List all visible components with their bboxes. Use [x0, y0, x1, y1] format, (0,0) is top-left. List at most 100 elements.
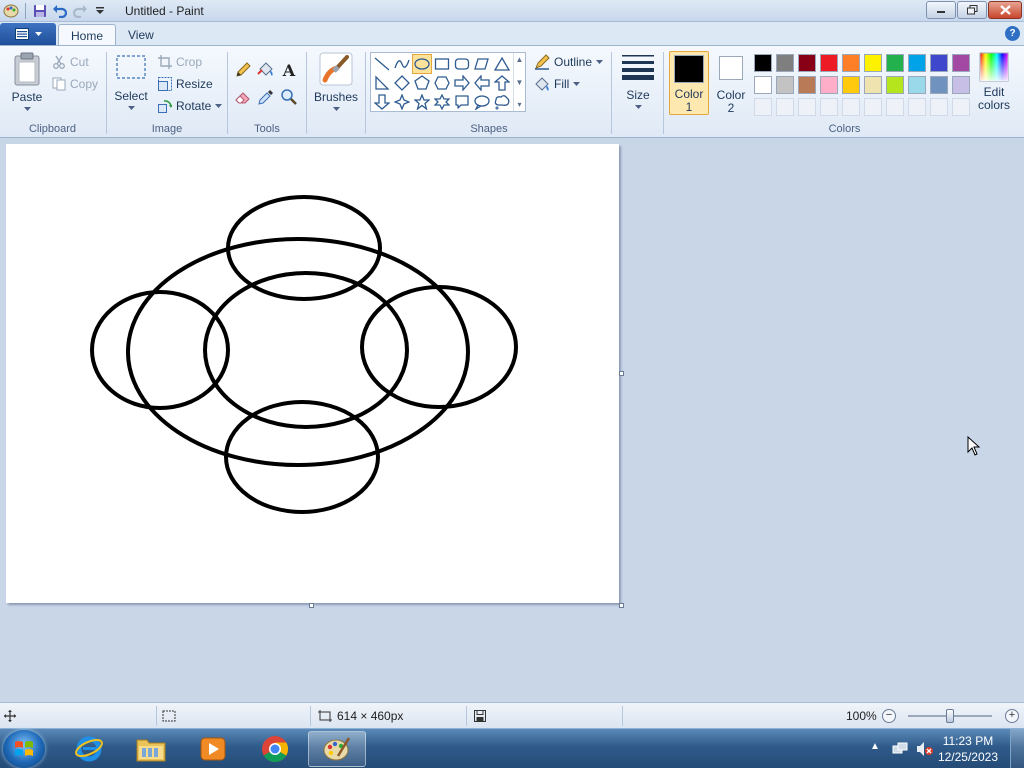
- drawing-canvas[interactable]: [6, 144, 619, 603]
- shape-right-arrow[interactable]: [452, 73, 472, 93]
- resize-handle-right[interactable]: [619, 371, 624, 376]
- customize-qat-icon[interactable]: [91, 2, 109, 20]
- shape-four-point-star[interactable]: [392, 92, 412, 112]
- shape-left-arrow[interactable]: [472, 73, 492, 93]
- color-picker-tool[interactable]: [255, 86, 277, 108]
- shape-right-triangle[interactable]: [372, 73, 392, 93]
- palette-color[interactable]: [840, 52, 862, 74]
- palette-color[interactable]: [928, 74, 950, 96]
- volume-muted-icon[interactable]: [916, 741, 934, 757]
- size-button[interactable]: Size: [619, 53, 657, 110]
- palette-custom-slot[interactable]: [928, 96, 950, 118]
- eraser-tool[interactable]: [232, 86, 254, 108]
- palette-color[interactable]: [752, 52, 774, 74]
- shape-hexagon[interactable]: [432, 73, 452, 93]
- show-desktop-button[interactable]: [1010, 729, 1024, 768]
- palette-custom-slot[interactable]: [884, 96, 906, 118]
- shape-five-point-star[interactable]: [412, 92, 432, 112]
- fill-button[interactable]: Fill: [534, 74, 581, 94]
- resize-button[interactable]: Resize: [158, 74, 213, 94]
- tab-view[interactable]: View: [116, 24, 166, 46]
- palette-color[interactable]: [950, 74, 972, 96]
- shape-down-arrow[interactable]: [372, 92, 392, 112]
- paint-menu-button[interactable]: [0, 23, 56, 45]
- shape-curve[interactable]: [392, 54, 412, 74]
- shape-pentagon[interactable]: [412, 73, 432, 93]
- palette-color[interactable]: [752, 74, 774, 96]
- shape-six-point-star[interactable]: [432, 92, 452, 112]
- help-icon[interactable]: ?: [1005, 26, 1020, 41]
- shape-rounded-callout[interactable]: [452, 92, 472, 112]
- zoom-in-button[interactable]: +: [1005, 709, 1019, 723]
- brushes-button[interactable]: Brushes: [312, 52, 360, 112]
- shape-rounded-rectangle[interactable]: [452, 54, 472, 74]
- scroll-down-icon[interactable]: ▼: [516, 78, 524, 87]
- canvas-workspace[interactable]: [0, 139, 1024, 702]
- palette-color[interactable]: [884, 74, 906, 96]
- palette-color[interactable]: [906, 52, 928, 74]
- palette-color[interactable]: [840, 74, 862, 96]
- palette-color[interactable]: [796, 74, 818, 96]
- scroll-up-icon[interactable]: ▲: [516, 55, 524, 64]
- clock[interactable]: 11:23 PM 12/25/2023: [938, 733, 998, 765]
- cut-button[interactable]: Cut: [52, 52, 89, 72]
- tab-home[interactable]: Home: [58, 24, 117, 46]
- palette-color[interactable]: [928, 52, 950, 74]
- taskbar-paint[interactable]: [308, 731, 366, 767]
- redo-icon[interactable]: [71, 2, 89, 20]
- shape-rectangle[interactable]: [432, 54, 452, 74]
- resize-handle-corner[interactable]: [619, 603, 624, 608]
- palette-color[interactable]: [818, 74, 840, 96]
- palette-color[interactable]: [884, 52, 906, 74]
- taskbar-internet-explorer[interactable]: [60, 731, 118, 767]
- palette-custom-slot[interactable]: [950, 96, 972, 118]
- expand-icon[interactable]: ▾: [517, 100, 521, 109]
- shape-oval[interactable]: [412, 54, 432, 74]
- shapes-scroll[interactable]: ▲ ▼ ▾: [513, 53, 525, 111]
- edit-colors-button[interactable]: Edit colors: [974, 52, 1014, 112]
- taskbar-chrome[interactable]: [246, 731, 304, 767]
- shape-diamond[interactable]: [392, 73, 412, 93]
- palette-custom-slot[interactable]: [774, 96, 796, 118]
- zoom-slider-thumb[interactable]: [946, 709, 954, 723]
- pencil-tool[interactable]: [232, 59, 254, 81]
- palette-custom-slot[interactable]: [862, 96, 884, 118]
- undo-icon[interactable]: [51, 2, 69, 20]
- shape-line[interactable]: [372, 54, 392, 74]
- rotate-button[interactable]: Rotate: [158, 96, 223, 116]
- palette-custom-slot[interactable]: [818, 96, 840, 118]
- palette-custom-slot[interactable]: [752, 96, 774, 118]
- paste-button[interactable]: Paste: [8, 52, 46, 112]
- palette-color[interactable]: [862, 52, 884, 74]
- palette-custom-slot[interactable]: [796, 96, 818, 118]
- taskbar-media-player[interactable]: [184, 731, 242, 767]
- palette-color[interactable]: [862, 74, 884, 96]
- color-1-button[interactable]: Color 1: [669, 51, 709, 115]
- outline-button[interactable]: Outline: [534, 52, 604, 72]
- magnifier-tool[interactable]: [278, 86, 300, 108]
- shape-oval-callout[interactable]: [472, 92, 492, 112]
- palette-color[interactable]: [774, 52, 796, 74]
- show-hidden-icons[interactable]: ▲: [870, 741, 880, 752]
- start-button[interactable]: [3, 730, 45, 768]
- fill-tool[interactable]: [255, 59, 277, 81]
- taskbar-file-explorer[interactable]: [122, 731, 180, 767]
- text-tool[interactable]: A: [278, 59, 300, 81]
- copy-button[interactable]: Copy: [52, 74, 98, 94]
- color-2-button[interactable]: Color 2: [713, 51, 749, 115]
- palette-color[interactable]: [818, 52, 840, 74]
- shape-up-arrow[interactable]: [492, 73, 512, 93]
- select-button[interactable]: Select: [114, 54, 148, 111]
- restore-button[interactable]: [957, 1, 987, 19]
- minimize-button[interactable]: [926, 1, 956, 19]
- paint-app-icon[interactable]: [2, 2, 20, 20]
- palette-custom-slot[interactable]: [906, 96, 928, 118]
- palette-color[interactable]: [796, 52, 818, 74]
- close-button[interactable]: [988, 1, 1022, 19]
- palette-color[interactable]: [950, 52, 972, 74]
- shape-polygon[interactable]: [472, 54, 492, 74]
- palette-custom-slot[interactable]: [840, 96, 862, 118]
- resize-handle-bottom[interactable]: [309, 603, 314, 608]
- crop-button[interactable]: Crop: [158, 52, 202, 72]
- save-icon[interactable]: [31, 2, 49, 20]
